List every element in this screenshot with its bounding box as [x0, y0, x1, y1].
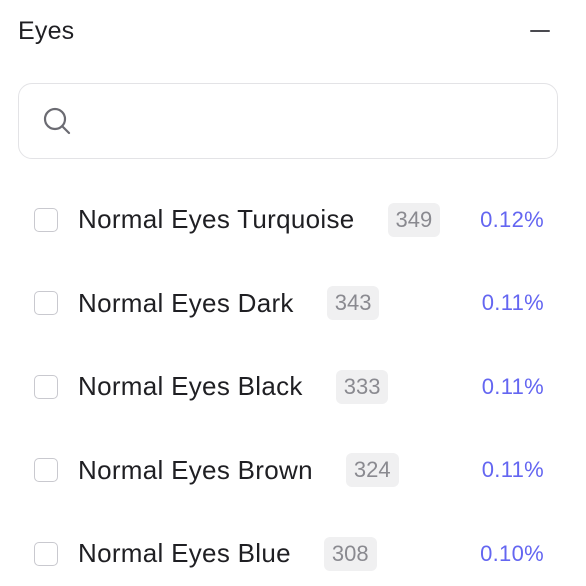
trait-count-badge: 349: [387, 202, 441, 237]
trait-label-group: Normal Eyes Brown 324: [78, 453, 399, 488]
minus-icon: [530, 30, 550, 32]
trait-checkbox[interactable]: [34, 291, 58, 316]
search-input[interactable]: [87, 107, 551, 135]
trait-count-badge: 308: [323, 536, 377, 571]
trait-label: Normal Eyes Brown: [78, 454, 313, 485]
filter-title: Eyes: [18, 16, 75, 45]
trait-checkbox[interactable]: [34, 458, 58, 483]
trait-label-group: Normal Eyes Black 333: [78, 369, 389, 404]
trait-label: Normal Eyes Dark: [78, 287, 294, 318]
search-box[interactable]: [18, 83, 558, 159]
trait-percent: 0.12%: [480, 206, 544, 232]
trait-percent: 0.11%: [481, 290, 544, 316]
eyes-filter-panel: Eyes Normal Eyes Turquoise 349 0.12% Nor…: [0, 0, 586, 586]
trait-checkbox[interactable]: [34, 374, 58, 399]
list-item[interactable]: Normal Eyes Blue 308 0.10%: [0, 512, 586, 586]
trait-checkbox[interactable]: [34, 207, 58, 232]
collapse-button[interactable]: [528, 19, 552, 43]
trait-percent: 0.11%: [481, 373, 544, 399]
trait-count-badge: 343: [326, 286, 380, 321]
trait-count-badge: 324: [345, 453, 399, 488]
trait-label: Normal Eyes Turquoise: [78, 204, 355, 235]
list-item[interactable]: Normal Eyes Dark 343 0.11%: [0, 262, 586, 346]
search-icon: [43, 107, 71, 135]
trait-label-group: Normal Eyes Blue 308: [78, 536, 377, 571]
list-item[interactable]: Normal Eyes Brown 324 0.11%: [0, 429, 586, 513]
trait-percent: 0.10%: [480, 540, 544, 566]
trait-label-group: Normal Eyes Turquoise 349: [78, 202, 441, 237]
trait-label: Normal Eyes Black: [78, 371, 303, 402]
trait-label: Normal Eyes Blue: [78, 538, 291, 569]
trait-count-badge: 333: [335, 369, 389, 404]
trait-checkbox[interactable]: [34, 541, 58, 566]
list-item[interactable]: Normal Eyes Turquoise 349 0.12%: [0, 178, 586, 262]
filter-header[interactable]: Eyes: [18, 0, 552, 62]
list-item[interactable]: Normal Eyes Black 333 0.11%: [0, 345, 586, 429]
trait-label-group: Normal Eyes Dark 343: [78, 286, 380, 321]
trait-percent: 0.11%: [481, 457, 544, 483]
trait-list: Normal Eyes Turquoise 349 0.12% Normal E…: [0, 178, 586, 586]
